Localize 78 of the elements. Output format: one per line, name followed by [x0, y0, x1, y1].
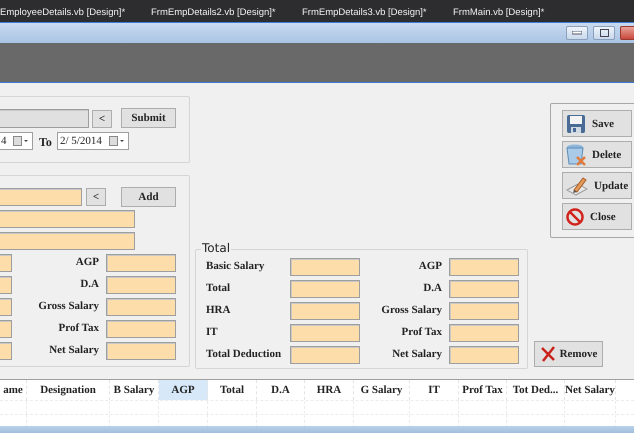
input-field[interactable] — [290, 258, 360, 276]
field-label: Prof Tax — [400, 326, 442, 338]
cross-icon — [540, 346, 556, 362]
field-label: Net Salary — [48, 344, 99, 356]
minimize-button[interactable] — [566, 26, 588, 40]
add-button[interactable]: Add — [121, 187, 176, 207]
column-header[interactable]: ame — [0, 380, 27, 400]
column-header[interactable]: Tot Ded... — [507, 380, 565, 400]
no-entry-icon — [566, 208, 584, 226]
input-field[interactable] — [449, 346, 519, 364]
input-field[interactable] — [0, 232, 135, 250]
input-field[interactable] — [449, 302, 519, 320]
group-title: Total — [201, 241, 232, 255]
field-label: Total — [206, 282, 230, 294]
to-label: To — [39, 135, 52, 150]
field-label: Prof Tax — [58, 322, 99, 334]
editor-tab[interactable]: FrmMain.vb [Design]* — [453, 7, 604, 19]
input-field[interactable] — [0, 276, 12, 294]
field-label: Gross Salary — [37, 300, 99, 312]
editor-tab[interactable]: EmployeeDetails.vb [Design]* — [0, 7, 151, 19]
input-field[interactable] — [0, 254, 12, 272]
remove-button[interactable]: Remove — [534, 341, 603, 367]
column-header[interactable]: Net Salary — [565, 380, 616, 400]
input-field[interactable] — [290, 346, 360, 364]
delete-button[interactable]: Delete — [562, 141, 632, 168]
input-field[interactable] — [290, 280, 360, 298]
date-picker[interactable]: 2/ 5/2014 — [57, 132, 129, 150]
maximize-icon — [600, 29, 608, 37]
input-field[interactable] — [0, 188, 82, 206]
column-header[interactable]: Prof Tax — [459, 380, 507, 400]
input-field[interactable] — [106, 254, 176, 272]
field-label: Net Salary — [391, 348, 442, 360]
close-button[interactable] — [620, 26, 634, 40]
column-header[interactable]: Total — [208, 380, 257, 400]
editor-tab[interactable]: FrmEmpDetails2.vb [Design]* — [151, 7, 302, 19]
input-field[interactable] — [290, 302, 360, 320]
search-field[interactable] — [0, 109, 89, 128]
calendar-dropdown-icon[interactable] — [13, 136, 29, 146]
field-label: D.A — [79, 278, 99, 290]
input-field[interactable] — [290, 324, 360, 342]
field-label: HRA — [206, 304, 230, 316]
date-picker[interactable]: 4 — [0, 132, 33, 150]
input-field[interactable] — [106, 298, 176, 316]
field-label: AGP — [418, 260, 442, 272]
column-header[interactable]: D.A — [257, 380, 305, 400]
field-label: Total Deduction — [206, 348, 282, 360]
trash-bin-icon — [566, 144, 586, 166]
column-header[interactable]: AGP — [159, 380, 208, 400]
column-header[interactable]: Designation — [27, 380, 110, 400]
input-field[interactable] — [0, 210, 135, 228]
column-header[interactable]: HRA — [305, 380, 354, 400]
submit-button[interactable]: Submit — [121, 108, 176, 128]
close-button[interactable]: Close — [562, 203, 632, 230]
editor-tab[interactable]: FrmEmpDetails3.vb [Design]* — [302, 7, 453, 19]
column-header[interactable]: G Salary — [354, 380, 410, 400]
input-field[interactable] — [106, 320, 176, 338]
input-field[interactable] — [106, 276, 176, 294]
input-field[interactable] — [449, 280, 519, 298]
field-label: Basic Salary — [206, 260, 264, 272]
save-button[interactable]: Save — [562, 110, 632, 137]
back-button[interactable]: < — [92, 110, 112, 128]
input-field[interactable] — [0, 342, 12, 360]
input-field[interactable] — [449, 324, 519, 342]
calendar-dropdown-icon[interactable] — [109, 136, 125, 146]
field-label: D.A — [422, 282, 442, 294]
maximize-button[interactable] — [593, 26, 615, 40]
back-button[interactable]: < — [86, 188, 106, 206]
field-label: AGP — [74, 256, 99, 268]
input-field[interactable] — [0, 298, 12, 316]
column-header[interactable]: IT — [410, 380, 459, 400]
field-label: IT — [206, 326, 218, 338]
update-button[interactable]: Update — [562, 172, 632, 199]
pencil-paper-icon — [566, 176, 588, 196]
minimize-icon — [572, 31, 582, 35]
input-field[interactable] — [106, 342, 176, 360]
input-field[interactable] — [0, 320, 12, 338]
field-label: Gross Salary — [380, 304, 442, 316]
input-field[interactable] — [449, 258, 519, 276]
